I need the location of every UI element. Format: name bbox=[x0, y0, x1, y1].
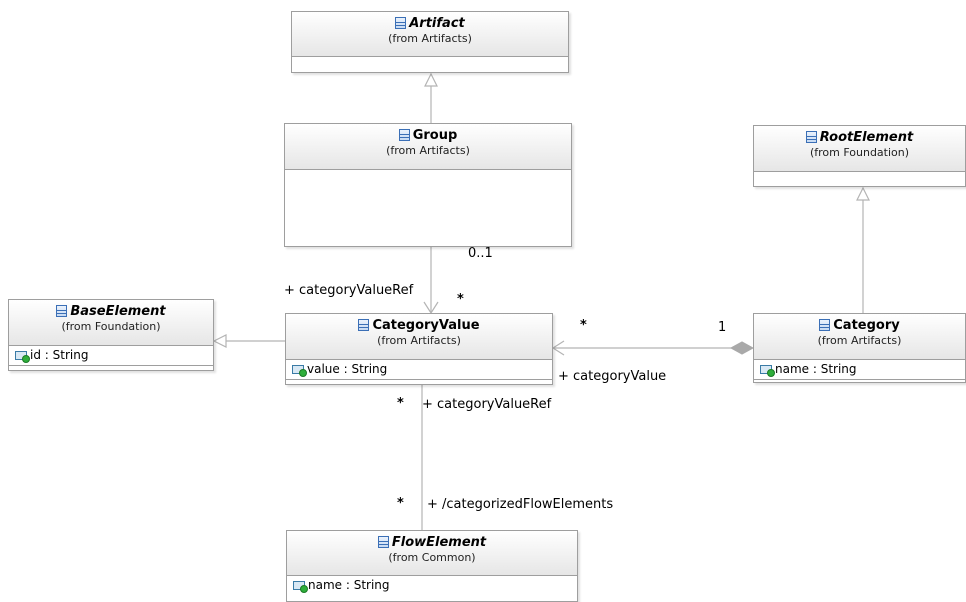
attribute-id: id : String bbox=[30, 348, 89, 362]
class-rootelement-name: RootElement bbox=[819, 130, 914, 145]
class-category-package: (from Artifacts) bbox=[817, 334, 902, 347]
class-rootelement-package: (from Foundation) bbox=[809, 146, 910, 159]
attribute-name: name : String bbox=[775, 362, 857, 376]
class-group-package: (from Artifacts) bbox=[386, 144, 470, 157]
class-baseelement-attributes: id : String bbox=[9, 346, 213, 366]
class-icon bbox=[398, 129, 410, 141]
class-baseelement-name: BaseElement bbox=[70, 304, 166, 319]
class-baseelement-header: BaseElement (from Foundation) bbox=[9, 300, 213, 346]
class-icon bbox=[805, 131, 817, 143]
generalization-arrowhead-artifact bbox=[424, 72, 438, 87]
class-categoryvalue-name: CategoryValue bbox=[372, 318, 480, 333]
class-icon bbox=[56, 305, 68, 317]
attribute-value: value : String bbox=[307, 362, 388, 376]
class-rootelement-header: RootElement (from Foundation) bbox=[754, 126, 965, 172]
role-category-value: + categoryValue bbox=[558, 369, 667, 384]
class-flowelement-header: FlowElement (from Common) bbox=[287, 531, 577, 576]
attribute-icon bbox=[292, 365, 307, 377]
generalization-arrowhead-rootelement bbox=[856, 186, 870, 201]
attribute-name: name : String bbox=[308, 578, 390, 592]
class-category-header: Category (from Artifacts) bbox=[754, 314, 965, 360]
class-categoryvalue-header: CategoryValue (from Artifacts) bbox=[286, 314, 552, 360]
multiplicity-categoryvalue-right: * bbox=[580, 318, 587, 333]
class-flowelement-attributes: name : String bbox=[287, 576, 577, 595]
class-icon bbox=[395, 17, 407, 29]
class-group-name: Group bbox=[412, 128, 458, 143]
role-categorized-flow-elements: + /categorizedFlowElements bbox=[427, 497, 614, 512]
multiplicity-categoryvalue-bottom: * bbox=[397, 396, 404, 411]
class-categoryvalue[interactable]: CategoryValue (from Artifacts) value : S… bbox=[285, 313, 553, 385]
class-artifact-name: Artifact bbox=[409, 16, 465, 31]
class-icon bbox=[377, 536, 389, 548]
composition-diamond-category bbox=[729, 341, 755, 355]
attribute-icon bbox=[15, 351, 30, 363]
multiplicity-group-end: 0..1 bbox=[468, 246, 493, 261]
class-flowelement-name: FlowElement bbox=[391, 535, 487, 550]
class-artifact-package: (from Artifacts) bbox=[388, 32, 472, 45]
class-category[interactable]: Category (from Artifacts) name : String bbox=[753, 313, 966, 383]
role-category-value-ref-top: + categoryValueRef bbox=[284, 283, 414, 298]
multiplicity-flowelement: * bbox=[397, 496, 404, 511]
class-baseelement[interactable]: BaseElement (from Foundation) id : Strin… bbox=[8, 299, 214, 371]
attribute-icon bbox=[293, 581, 308, 593]
class-artifact-header: Artifact (from Artifacts) bbox=[292, 12, 568, 57]
class-flowelement-package: (from Common) bbox=[388, 551, 476, 564]
class-rootelement[interactable]: RootElement (from Foundation) bbox=[753, 125, 966, 187]
role-category-value-ref-bottom: + categoryValueRef bbox=[422, 397, 552, 412]
class-category-attributes: name : String bbox=[754, 360, 965, 380]
generalization-arrowhead-baseelement bbox=[212, 334, 227, 348]
class-icon bbox=[358, 319, 370, 331]
class-categoryvalue-package: (from Artifacts) bbox=[377, 334, 461, 347]
class-icon bbox=[819, 319, 831, 331]
class-flowelement[interactable]: FlowElement (from Common) name : String bbox=[286, 530, 578, 602]
class-categoryvalue-attributes: value : String bbox=[286, 360, 552, 380]
class-group[interactable]: Group (from Artifacts) bbox=[284, 123, 572, 247]
class-category-name: Category bbox=[833, 318, 900, 333]
class-artifact[interactable]: Artifact (from Artifacts) bbox=[291, 11, 569, 73]
multiplicity-categoryvalue-top: * bbox=[457, 292, 464, 307]
multiplicity-category-end: 1 bbox=[718, 320, 727, 335]
class-baseelement-package: (from Foundation) bbox=[61, 320, 161, 333]
class-group-header: Group (from Artifacts) bbox=[285, 124, 571, 170]
attribute-icon bbox=[760, 365, 775, 377]
